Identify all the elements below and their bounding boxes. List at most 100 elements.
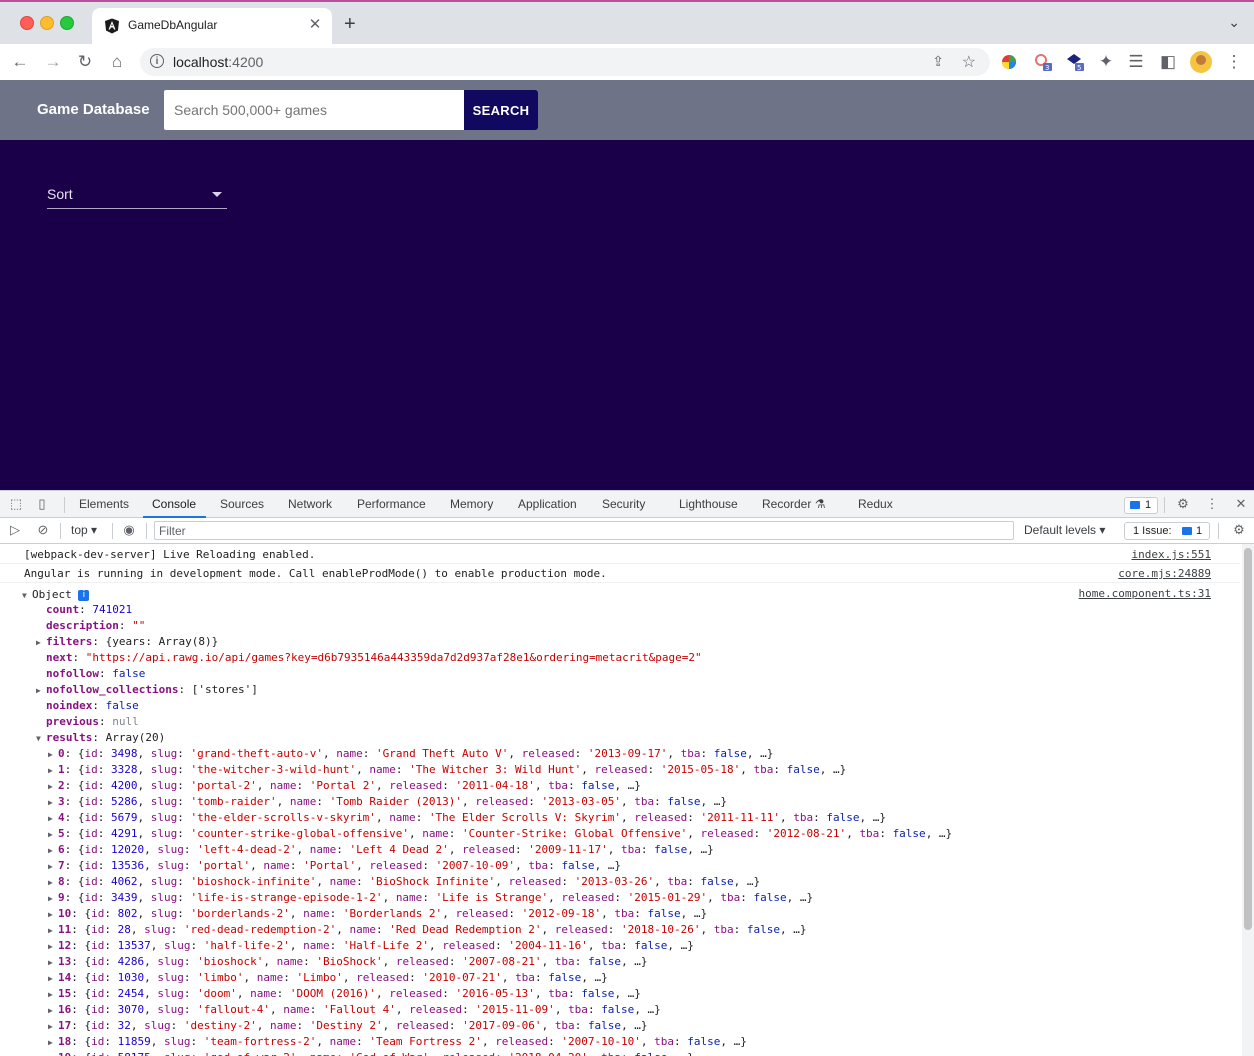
result-row[interactable]: ▶ 1: {id: 3328, slug: 'the-witcher-3-wild… (48, 762, 846, 779)
messages-badge[interactable]: 1 (1124, 497, 1158, 514)
angular-devtools-extension-icon[interactable]: 3 (1034, 53, 1052, 71)
new-tab-button[interactable]: + (344, 14, 356, 34)
expand-triangle-icon[interactable]: ▶ (48, 795, 58, 811)
more-options-icon[interactable]: ⋮ (1205, 497, 1219, 511)
result-row[interactable]: ▶ 9: {id: 3439, slug: 'life-is-strange-ep… (48, 890, 813, 907)
result-row[interactable]: ▶ 4: {id: 5679, slug: 'the-elder-scrolls-… (48, 810, 886, 827)
address-bar[interactable]: i localhost:4200 ⇪ ☆ (140, 48, 990, 76)
expand-triangle-icon[interactable]: ▶ (48, 747, 58, 763)
expand-triangle-icon[interactable]: ▶ (48, 811, 58, 827)
tab-memory[interactable]: Memory (450, 497, 493, 511)
prop-results[interactable]: ▼ results: Array(20) (36, 730, 165, 747)
console-scrollbar[interactable] (1242, 544, 1254, 1056)
source-link[interactable]: core.mjs:24889 (1118, 566, 1211, 582)
expand-triangle-icon[interactable]: ▶ (48, 875, 58, 891)
result-row[interactable]: ▶ 12: {id: 13537, slug: 'half-life-2', na… (48, 938, 694, 955)
minimize-window-button[interactable] (40, 16, 54, 30)
device-toolbar-icon[interactable]: ▯ (35, 497, 49, 511)
maximize-window-button[interactable] (60, 16, 74, 30)
settings-gear-icon[interactable]: ⚙ (1176, 497, 1190, 511)
reading-list-icon[interactable]: ☰ (1126, 52, 1146, 72)
tab-sources[interactable]: Sources (220, 497, 264, 511)
result-row[interactable]: ▶ 11: {id: 28, slug: 'red-dead-redemption… (48, 922, 807, 939)
back-icon[interactable]: ← (10, 52, 30, 72)
color-picker-extension-icon[interactable] (1000, 53, 1018, 71)
puzzle-icon[interactable]: ✦ (1096, 52, 1116, 72)
result-row[interactable]: ▶ 14: {id: 1030, slug: 'limbo', name: 'Li… (48, 970, 608, 987)
result-row[interactable]: ▶ 8: {id: 4062, slug: 'bioshock-infinite'… (48, 874, 760, 891)
expand-triangle-icon[interactable]: ▶ (48, 859, 58, 875)
result-row[interactable]: ▶ 6: {id: 12020, slug: 'left-4-dead-2', n… (48, 842, 714, 859)
share-icon[interactable]: ⇪ (932, 53, 944, 70)
sort-select[interactable]: Sort (47, 184, 227, 209)
tab-lighthouse[interactable]: Lighthouse (679, 497, 738, 511)
inspect-element-icon[interactable]: ⬚ (9, 497, 23, 511)
clear-console-icon[interactable]: ⊘ (36, 523, 50, 537)
log-levels-select[interactable]: Default levels ▾ (1024, 523, 1105, 537)
result-row[interactable]: ▶ 15: {id: 2454, slug: 'doom', name: 'DOO… (48, 986, 641, 1003)
tab-redux[interactable]: Redux (858, 497, 893, 511)
expand-triangle-icon[interactable]: ▶ (48, 843, 58, 859)
search-button[interactable]: SEARCH (464, 90, 538, 130)
expand-triangle-icon[interactable]: ▶ (36, 683, 46, 699)
result-row[interactable]: ▶ 5: {id: 4291, slug: 'counter-strike-glo… (48, 826, 952, 843)
expand-triangle-icon[interactable]: ▶ (48, 891, 58, 907)
result-row[interactable]: ▶ 16: {id: 3070, slug: 'fallout-4', name:… (48, 1002, 661, 1019)
redux-extension-icon[interactable]: 5 (1066, 53, 1084, 71)
tab-security[interactable]: Security (602, 497, 645, 511)
tab-console[interactable]: Console (152, 497, 196, 511)
expand-triangle-icon[interactable]: ▶ (48, 923, 58, 939)
tab-network[interactable]: Network (288, 497, 332, 511)
result-row[interactable]: ▶19: {id: 58175, slug: 'god-of-war-2', n… (48, 1050, 694, 1056)
eye-icon[interactable]: ◉ (122, 523, 136, 537)
expand-triangle-icon[interactable]: ▼ (22, 588, 32, 604)
star-icon[interactable]: ☆ (962, 52, 976, 72)
search-input[interactable] (164, 90, 464, 130)
expand-triangle-icon[interactable]: ▶ (48, 1035, 58, 1051)
scrollbar-thumb[interactable] (1244, 548, 1252, 930)
brand-title[interactable]: Game Database (37, 101, 150, 118)
sidebar-toggle-icon[interactable]: ▷ (8, 523, 22, 537)
result-row[interactable]: ▶ 18: {id: 11859, slug: 'team-fortress-2'… (48, 1034, 747, 1051)
reload-icon[interactable]: ↻ (75, 52, 95, 72)
expand-triangle-icon[interactable]: ▶ (48, 827, 58, 843)
tab-search-chevron-icon[interactable]: ⌄ (1228, 14, 1240, 31)
expand-triangle-icon[interactable]: ▼ (36, 731, 46, 747)
result-row[interactable]: ▶ 10: {id: 802, slug: 'borderlands-2', na… (48, 906, 707, 923)
context-select[interactable]: top ▾ (71, 523, 97, 537)
forward-icon[interactable]: → (43, 52, 63, 72)
result-row[interactable]: ▶ 2: {id: 4200, slug: 'portal-2', name: '… (48, 778, 641, 795)
issues-button[interactable]: 1 Issue: 1 (1124, 522, 1210, 540)
expand-triangle-icon[interactable]: ▶ (48, 939, 58, 955)
expand-triangle-icon[interactable]: ▶ (48, 955, 58, 971)
result-row[interactable]: ▶ 13: {id: 4286, slug: 'bioshock', name: … (48, 954, 648, 971)
home-icon[interactable]: ⌂ (107, 52, 127, 72)
more-icon[interactable]: ⋮ (1224, 52, 1244, 72)
tab-application[interactable]: Application (518, 497, 577, 511)
tab-elements[interactable]: Elements (79, 497, 129, 511)
expand-triangle-icon[interactable]: ▶ (48, 907, 58, 923)
tab-close-icon[interactable]: ✕ (306, 16, 324, 34)
browser-tab[interactable]: GameDbAngular ✕ (92, 8, 332, 44)
result-row[interactable]: ▶ 7: {id: 13536, slug: 'portal', name: 'P… (48, 858, 621, 875)
expand-triangle-icon[interactable]: ▶ (48, 971, 58, 987)
expand-triangle-icon[interactable]: ▶ (48, 1019, 58, 1035)
expand-triangle-icon[interactable]: ▶ (48, 763, 58, 779)
prop-filters[interactable]: ▶ filters: {years: Array(8)} (36, 634, 218, 651)
result-row[interactable]: ▶ 0: {id: 3498, slug: 'grand-theft-auto-v… (48, 746, 773, 763)
tab-recorder[interactable]: Recorder ⚗ (762, 497, 825, 511)
source-link[interactable]: index.js:551 (1132, 547, 1211, 563)
console-settings-gear-icon[interactable]: ⚙ (1232, 523, 1246, 537)
expand-triangle-icon[interactable]: ▶ (48, 987, 58, 1003)
expand-triangle-icon[interactable]: ▶ (48, 779, 58, 795)
expand-triangle-icon[interactable]: ▶ (48, 1003, 58, 1019)
close-devtools-icon[interactable]: ✕ (1234, 497, 1248, 511)
result-row[interactable]: ▶ 3: {id: 5286, slug: 'tomb-raider', name… (48, 794, 727, 811)
expand-triangle-icon[interactable]: ▶ (48, 1051, 58, 1056)
tab-performance[interactable]: Performance (357, 497, 426, 511)
prop-nofollow-collections[interactable]: ▶ nofollow_collections: ['stores'] (36, 682, 258, 699)
source-link[interactable]: home.component.ts:31 (1079, 586, 1211, 602)
info-icon[interactable]: i (150, 54, 164, 68)
url-text[interactable]: localhost:4200 (173, 54, 263, 70)
profile-avatar[interactable] (1190, 51, 1212, 73)
